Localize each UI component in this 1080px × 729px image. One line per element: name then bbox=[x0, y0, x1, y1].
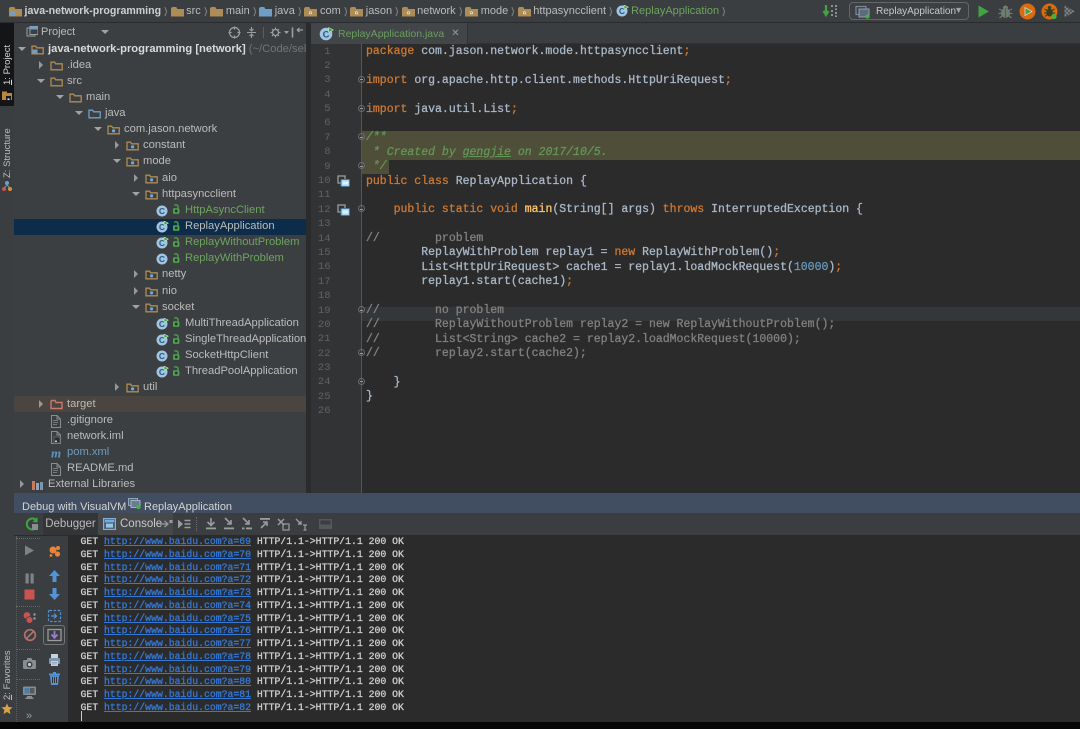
svg-text:C: C bbox=[159, 254, 165, 264]
svg-text:C: C bbox=[159, 206, 165, 216]
svg-text:m: m bbox=[51, 447, 61, 459]
svg-text:C: C bbox=[159, 351, 165, 361]
